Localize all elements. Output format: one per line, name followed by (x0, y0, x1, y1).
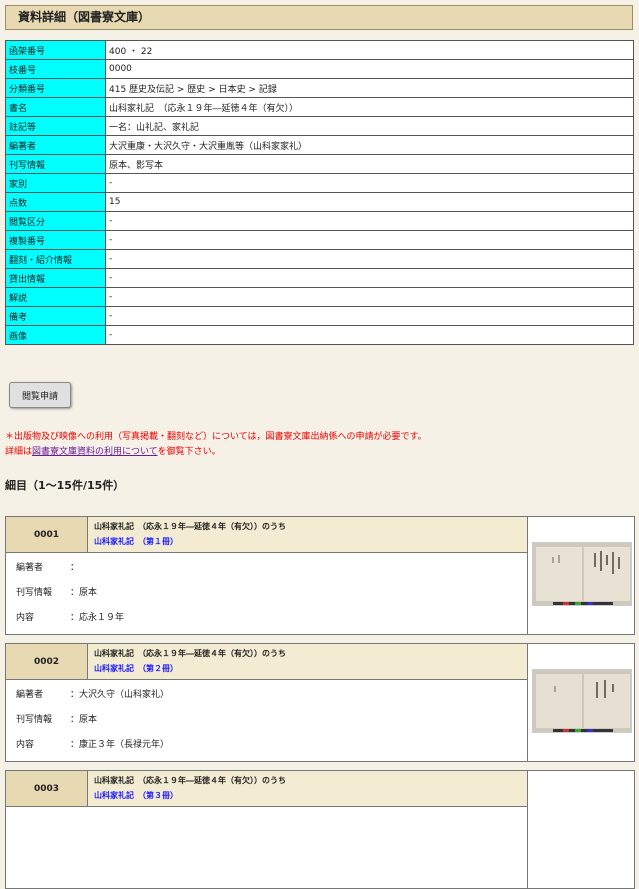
detail-label: 枝番号 (5, 59, 106, 79)
usage-guide-link[interactable]: 図書寮文庫資料の利用について (32, 447, 158, 457)
apply-view-button[interactable]: 閲覧申請 (9, 382, 71, 408)
item-header: 山科家礼記 （応永１９年―延徳４年（有欠））のうち 山科家礼記 （第３冊） (88, 771, 527, 807)
author-value: ：大沢久守（山科家礼） (70, 690, 170, 700)
detail-label: 閲覧区分 (5, 211, 106, 231)
publish-label: 刊写情報 (16, 715, 53, 725)
item-card: 0002 山科家礼記 （応永１９年―延徳４年（有欠））のうち 山科家礼記 （第２… (5, 643, 635, 762)
content-label: 内容 (16, 613, 35, 623)
detail-label: 編著者 (5, 135, 106, 155)
detail-value: - (105, 268, 634, 288)
author-label: 編著者 (16, 563, 44, 573)
detail-row: 刊写情報 原本、影写本 (5, 154, 634, 174)
detail-row: 翻刻・紹介情報 - (5, 249, 634, 269)
item-card: 0003 山科家礼記 （応永１９年―延徳４年（有欠））のうち 山科家礼記 （第３… (5, 770, 635, 889)
detail-label: 分類番号 (5, 78, 106, 98)
usage-notice: ＊出版物及び映像への利用（写真掲載・翻刻など）については，図書寮文庫出納係への申… (5, 430, 633, 460)
item-card: 0001 山科家礼記 （応永１９年―延徳４年（有欠））のうち 山科家礼記 （第１… (5, 516, 635, 635)
item-parent-title: 山科家礼記 （応永１９年―延徳４年（有欠））のうち (94, 522, 286, 531)
item-number: 0001 (6, 517, 88, 553)
author-value: ： (70, 563, 80, 573)
publish-value: ：原本 (70, 715, 98, 725)
item-header: 山科家礼記 （応永１９年―延徳４年（有欠））のうち 山科家礼記 （第２冊） (88, 644, 527, 680)
detail-value: - (105, 249, 634, 269)
page-title: 資料詳細（図書寮文庫） (5, 5, 633, 30)
detail-row: 編著者 大沢重康・大沢久守・大沢重胤等（山科家家礼） (5, 135, 634, 155)
item-header: 山科家礼記 （応永１９年―延徳４年（有欠））のうち 山科家礼記 （第１冊） (88, 517, 527, 553)
detail-label: 家別 (5, 173, 106, 193)
item-parent-title: 山科家礼記 （応永１９年―延徳４年（有欠））のうち (94, 649, 286, 658)
detail-value: - (105, 287, 634, 307)
item-info: 編著者 ：大沢久守（山科家礼） 刊写情報 ：原本 内容 ：康正３年（長禄元年） (6, 680, 527, 761)
item-parent-title: 山科家礼記 （応永１９年―延徳４年（有欠））のうち (94, 776, 286, 785)
detail-value: 山科家礼記 （応永１９年―延徳４年（有欠）） (105, 97, 634, 117)
detail-value: 400 ・ 22 (105, 40, 634, 60)
detail-row: 函架番号 400 ・ 22 (5, 40, 634, 60)
detail-value: - (105, 173, 634, 193)
content-value: ：応永１９年 (70, 613, 125, 623)
item-info: 編著者 ： 刊写情報 ：原本 内容 ：応永１９年 (6, 553, 527, 634)
detail-label: 書名 (5, 97, 106, 117)
detail-value: 415 歴史及伝記 > 歴史 > 日本史 > 記録 (105, 78, 634, 98)
detail-label: 函架番号 (5, 40, 106, 60)
detail-row: 画像 - (5, 325, 634, 345)
detail-row: 解説 - (5, 287, 634, 307)
detail-row: 書名 山科家礼記 （応永１９年―延徳４年（有欠）） (5, 97, 634, 117)
detail-row: 貸出情報 - (5, 268, 634, 288)
document-thumbnail[interactable] (532, 669, 632, 733)
detail-label: 複製番号 (5, 230, 106, 250)
detail-row: 閲覧区分 - (5, 211, 634, 231)
item-volume-link[interactable]: 山科家礼記 （第３冊） (94, 788, 521, 803)
publish-label: 刊写情報 (16, 588, 53, 598)
notice-line-2: 詳細は図書寮文庫資料の利用についてを御覧下さい。 (5, 447, 221, 457)
detail-value: 大沢重康・大沢久守・大沢重胤等（山科家家礼） (105, 135, 634, 155)
detail-row: 複製番号 - (5, 230, 634, 250)
detail-label: 註記等 (5, 116, 106, 136)
detail-value: - (105, 230, 634, 250)
items-section-title: 細目（1～15件/15件） (5, 479, 125, 492)
item-volume-link[interactable]: 山科家礼記 （第１冊） (94, 534, 521, 549)
detail-row: 枝番号 0000 (5, 59, 634, 79)
item-volume-link[interactable]: 山科家礼記 （第２冊） (94, 661, 521, 676)
detail-value: - (105, 306, 634, 326)
detail-row: 備考 - (5, 306, 634, 326)
detail-value: 0000 (105, 59, 634, 79)
detail-label: 刊写情報 (5, 154, 106, 174)
notice-line-1: ＊出版物及び映像への利用（写真掲載・翻刻など）については，図書寮文庫出納係への申… (5, 432, 427, 442)
detail-row: 家別 - (5, 173, 634, 193)
detail-label: 貸出情報 (5, 268, 106, 288)
author-label: 編著者 (16, 690, 44, 700)
publish-value: ：原本 (70, 588, 98, 598)
item-thumbnail-cell (527, 517, 634, 634)
content-value: ：康正３年（長禄元年） (70, 740, 170, 750)
document-thumbnail[interactable] (532, 542, 632, 606)
detail-table: 函架番号 400 ・ 22 枝番号 0000 分類番号 415 歴史及伝記 > 歴史 > … (5, 40, 634, 345)
detail-label: 翻刻・紹介情報 (5, 249, 106, 269)
detail-label: 画像 (5, 325, 106, 345)
detail-row: 点数 15 (5, 192, 634, 212)
detail-value: 15 (105, 192, 634, 212)
item-number: 0003 (6, 771, 88, 807)
item-number: 0002 (6, 644, 88, 680)
content-label: 内容 (16, 740, 35, 750)
detail-label: 解説 (5, 287, 106, 307)
detail-value: 原本、影写本 (105, 154, 634, 174)
item-thumbnail-cell (527, 771, 634, 888)
detail-row: 分類番号 415 歴史及伝記 > 歴史 > 日本史 > 記録 (5, 78, 634, 98)
item-thumbnail-cell (527, 644, 634, 761)
detail-row: 註記等 一名：山礼記、家礼記 (5, 116, 634, 136)
detail-value: - (105, 211, 634, 231)
detail-label: 点数 (5, 192, 106, 212)
detail-value: - (105, 325, 634, 345)
detail-label: 備考 (5, 306, 106, 326)
detail-value: 一名：山礼記、家礼記 (105, 116, 634, 136)
